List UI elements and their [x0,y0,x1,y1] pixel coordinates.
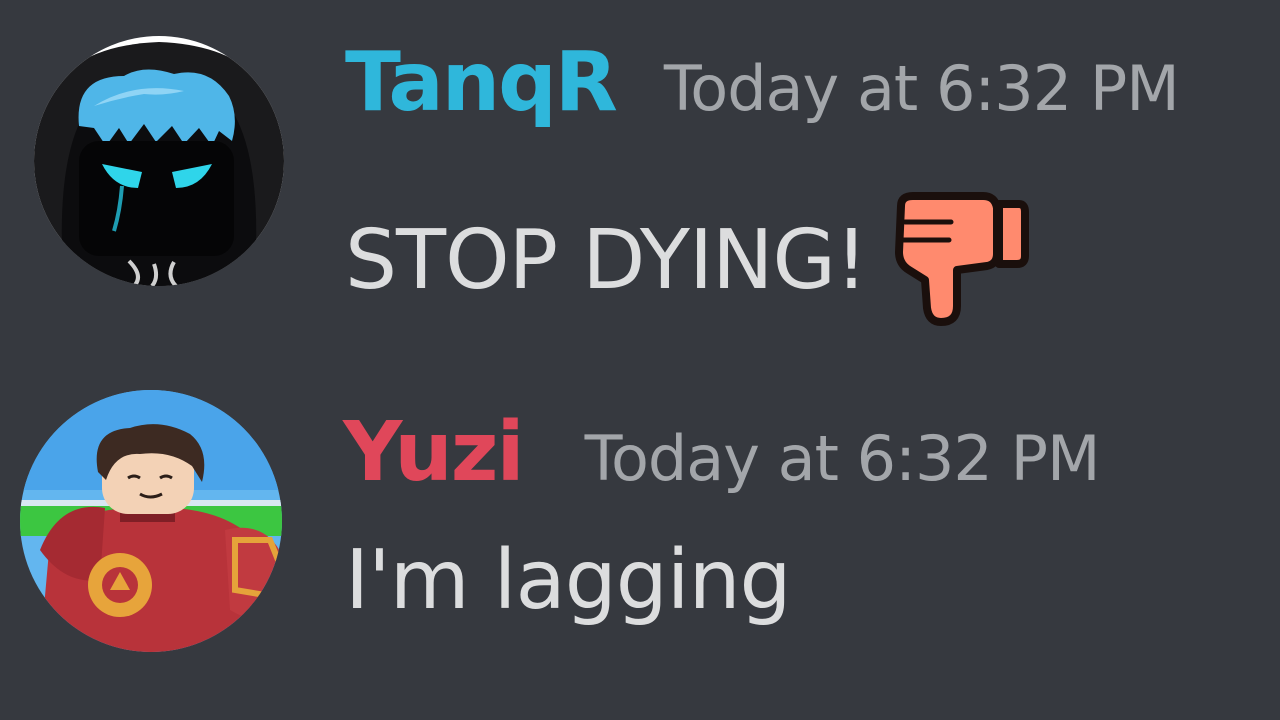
message-content: STOP DYING! [345,192,1031,328]
armored-avatar-image [20,390,282,652]
timestamp: Today at 6:32 PM [663,52,1180,125]
username[interactable]: Yuzi [343,412,525,494]
chat-log: TanqR Today at 6:32 PM STOP DYING! Yuzi … [0,0,1280,720]
avatar[interactable] [20,390,282,652]
message-text: STOP DYING! [345,213,868,308]
avatar[interactable] [34,36,284,286]
timestamp: Today at 6:32 PM [584,422,1101,495]
thumbs-down-icon [891,188,1031,328]
hooded-avatar-image [34,36,284,286]
username[interactable]: TanqR [345,42,618,124]
message-text: I'm lagging [345,533,792,628]
message-header: TanqR Today at 6:32 PM [345,42,1180,125]
message-header: Yuzi Today at 6:32 PM [343,412,1101,495]
message-content: I'm lagging [345,533,792,628]
